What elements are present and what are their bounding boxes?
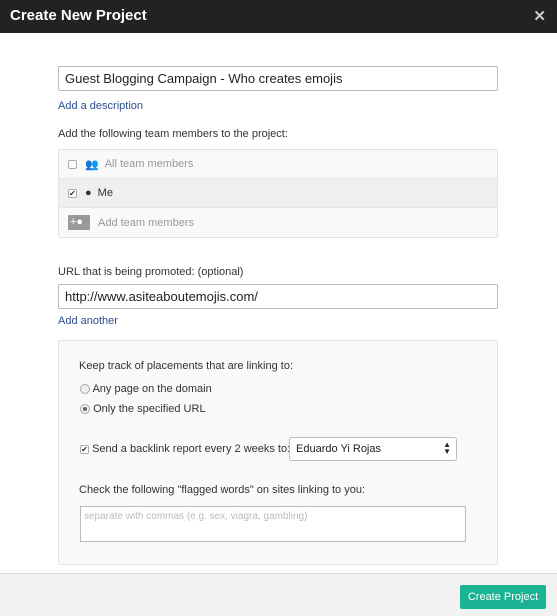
all-members-checkbox[interactable] — [68, 159, 77, 169]
user-icon: ● — [85, 187, 92, 199]
add-description-link[interactable]: Add a description — [58, 100, 143, 112]
create-project-button[interactable]: Create Project — [460, 585, 546, 609]
radio-any-label: Any page on the domain — [92, 383, 212, 395]
modal-title: Create New Project — [10, 7, 147, 24]
select-arrows-icon: ▲ ▼ — [443, 440, 451, 456]
flagged-words-label: Check the following "flagged words" on s… — [79, 484, 366, 496]
modal-header: Create New Project ✕ — [0, 0, 557, 33]
users-icon: 👥 — [85, 158, 99, 171]
report-option[interactable]: ✔ Send a backlink report every 2 weeks t… — [80, 443, 290, 455]
report-recipient-value: Eduardo Yi Rojas — [296, 443, 381, 455]
radio-specified-url[interactable]: Only the specified URL — [80, 403, 206, 415]
team-label: Add the following team members to the pr… — [58, 128, 288, 140]
team-row-me[interactable]: ✔ ● Me — [59, 179, 497, 208]
tracking-options-panel: Keep track of placements that are linkin… — [58, 340, 498, 565]
modal-footer: Create Project — [0, 573, 557, 616]
track-label: Keep track of placements that are linkin… — [79, 360, 294, 372]
flagged-words-textarea[interactable]: separate with commas (e.g. sex, viagra, … — [80, 506, 466, 542]
project-name-input[interactable] — [58, 66, 498, 91]
team-row-label: Me — [97, 187, 113, 199]
url-input[interactable] — [58, 284, 498, 309]
close-icon[interactable]: ✕ — [533, 7, 546, 25]
team-members-list: 👥 All team members ✔ ● Me +● Add team me… — [58, 149, 498, 238]
url-label: URL that is being promoted: (optional) — [58, 266, 244, 278]
radio-any-page[interactable]: Any page on the domain — [80, 383, 212, 395]
team-row-all[interactable]: 👥 All team members — [59, 150, 497, 179]
report-recipient-select[interactable]: Eduardo Yi Rojas ▲ ▼ — [289, 437, 457, 461]
me-checkbox[interactable]: ✔ — [68, 188, 77, 198]
report-checkbox[interactable]: ✔ — [80, 445, 89, 454]
add-another-link[interactable]: Add another — [58, 315, 118, 327]
add-team-members-label: Add team members — [98, 216, 194, 229]
report-label: Send a backlink report every 2 weeks to: — [92, 443, 291, 455]
radio-specified-url-input[interactable] — [80, 404, 90, 415]
radio-only-label: Only the specified URL — [93, 403, 206, 415]
radio-any-page-input[interactable] — [80, 384, 90, 395]
team-row-label: All team members — [104, 158, 194, 170]
add-team-members-row[interactable]: +● Add team members — [59, 208, 497, 237]
add-user-icon: +● — [68, 215, 90, 230]
